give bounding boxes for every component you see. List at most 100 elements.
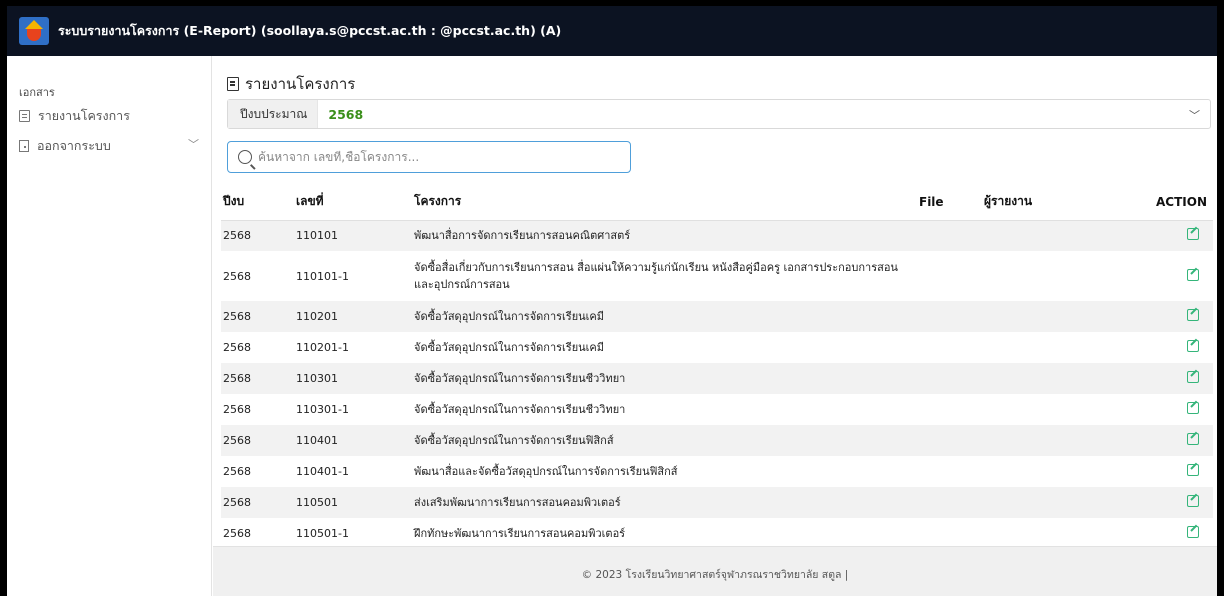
sidebar-section-title: เอกสาร — [19, 86, 55, 99]
cell-project-name: จัดซื้อวัสดุอุปกรณ์ในการจัดการเรียนเคมี — [414, 310, 605, 323]
budget-year-value: 2568 — [328, 106, 364, 122]
cell-number: 110101 — [296, 229, 338, 243]
cell-action — [1142, 301, 1213, 332]
table-row[interactable]: 2568 110501 ส่งเสริมพัฒนาการเรียนการสอนค… — [221, 487, 1213, 518]
edit-icon[interactable] — [1187, 371, 1199, 383]
search-icon — [238, 150, 252, 164]
cell-project-name: จัดซื้อสื่อเกี่ยวกับการเรียนการสอน สื่อแ… — [414, 261, 898, 291]
cell-project-name: พัฒนาสื่อและจัดซื้อวัสดุอุปกรณ์ในการจัดก… — [414, 465, 678, 478]
cell-action — [1142, 363, 1213, 394]
table-header-row: ปีงบ เลขที่ โครงการ File ผู้รายงาน ACTIO… — [221, 184, 1213, 221]
cell-project-name: จัดซื้อวัสดุอุปกรณ์ในการจัดการเรียนชีววิ… — [414, 372, 626, 385]
cell-reporter — [982, 394, 1142, 425]
sidebar-item-label: ออกจากระบบ — [37, 138, 111, 153]
sidebar-item-logout[interactable]: ออกจากระบบ ﹀ — [19, 136, 199, 156]
cell-project-name: พัฒนาสื่อการจัดการเรียนการสอนคณิตศาสตร์ — [414, 229, 631, 243]
cell-year: 2568 — [223, 372, 251, 385]
cell-number: 110501-1 — [296, 527, 349, 540]
cell-action — [1142, 425, 1213, 456]
cell-number: 110101-1 — [296, 269, 349, 283]
budget-year-select[interactable]: ปีงบประมาณ 2568 ﹀ — [227, 99, 1211, 129]
cell-reporter — [982, 487, 1142, 518]
footer-text: © 2023 โรงเรียนวิทยาศาสตร์จุฬาภรณราชวิทย… — [581, 569, 849, 581]
sidebar-item-project-report[interactable]: รายงานโครงการ — [19, 106, 130, 126]
app-title: ระบบรายงานโครงการ (E-Report) (soollaya.s… — [58, 23, 562, 38]
sidebar-item-label: รายงานโครงการ — [38, 108, 130, 123]
edit-icon[interactable] — [1187, 464, 1199, 476]
cell-action — [1142, 220, 1213, 251]
main-content: รายงานโครงการ ปีงบประมาณ 2568 ﹀ ปีงบ เลข… — [213, 56, 1217, 596]
edit-icon[interactable] — [1187, 340, 1199, 352]
cell-action — [1142, 487, 1213, 518]
cell-file — [917, 425, 982, 456]
cell-project-name: จัดซื้อวัสดุอุปกรณ์ในการจัดการเรียนชีววิ… — [414, 403, 626, 416]
table-row[interactable]: 2568 110101 พัฒนาสื่อการจัดการเรียนการสอ… — [221, 220, 1213, 251]
cell-action — [1142, 456, 1213, 487]
school-logo[interactable] — [19, 17, 49, 45]
column-header-project[interactable]: โครงการ — [412, 184, 917, 221]
edit-icon[interactable] — [1187, 526, 1199, 538]
sidebar: เอกสาร รายงานโครงการ ออกจากระบบ ﹀ — [7, 56, 212, 596]
cell-reporter — [982, 301, 1142, 332]
column-header-year[interactable]: ปีงบ — [221, 184, 294, 221]
cell-year: 2568 — [223, 310, 251, 323]
cell-year: 2568 — [223, 269, 251, 283]
cell-year: 2568 — [223, 229, 251, 243]
cell-action — [1142, 332, 1213, 363]
footer: © 2023 โรงเรียนวิทยาศาสตร์จุฬาภรณราชวิทย… — [213, 546, 1217, 596]
top-bar: ระบบรายงานโครงการ (E-Report) (soollaya.s… — [7, 6, 1217, 56]
column-header-file[interactable]: File — [917, 184, 982, 221]
cell-file — [917, 332, 982, 363]
edit-icon[interactable] — [1187, 268, 1199, 281]
cell-file — [917, 456, 982, 487]
table-row[interactable]: 2568 110201-1 จัดซื้อวัสดุอุปกรณ์ในการจั… — [221, 332, 1213, 363]
cell-file — [917, 220, 982, 251]
cell-reporter — [982, 220, 1142, 251]
cell-number: 110401-1 — [296, 465, 349, 478]
cell-year: 2568 — [223, 496, 251, 509]
cell-file — [917, 394, 982, 425]
edit-icon[interactable] — [1187, 309, 1199, 321]
table-row[interactable]: 2568 110301-1 จัดซื้อวัสดุอุปกรณ์ในการจั… — [221, 394, 1213, 425]
cell-project-name: ฝึกทักษะพัฒนาการเรียนการสอนคอมพิวเตอร์ — [414, 527, 626, 540]
table-row[interactable]: 2568 110301 จัดซื้อวัสดุอุปกรณ์ในการจัดก… — [221, 363, 1213, 394]
table-row[interactable]: 2568 110101-1 จัดซื้อสื่อเกี่ยวกับการเรี… — [221, 251, 1213, 301]
cell-year: 2568 — [223, 341, 251, 354]
edit-icon[interactable] — [1187, 402, 1199, 414]
cell-number: 110201 — [296, 310, 338, 323]
table-row[interactable]: 2568 110201 จัดซื้อวัสดุอุปกรณ์ในการจัดก… — [221, 301, 1213, 332]
cell-project-name: จัดซื้อวัสดุอุปกรณ์ในการจัดการเรียนฟิสิก… — [414, 434, 614, 447]
cell-number: 110401 — [296, 434, 338, 447]
cell-number: 110301 — [296, 372, 338, 385]
cell-reporter — [982, 363, 1142, 394]
cell-action — [1142, 518, 1213, 549]
search-box[interactable] — [227, 141, 631, 173]
cell-reporter — [982, 518, 1142, 549]
edit-icon[interactable] — [1187, 495, 1199, 507]
table-row[interactable]: 2568 110401 จัดซื้อวัสดุอุปกรณ์ในการจัดก… — [221, 425, 1213, 456]
edit-icon[interactable] — [1187, 228, 1199, 241]
cell-reporter — [982, 425, 1142, 456]
cell-file — [917, 251, 982, 301]
logout-icon — [19, 140, 29, 152]
cell-year: 2568 — [223, 434, 251, 447]
app-window: ระบบรายงานโครงการ (E-Report) (soollaya.s… — [7, 6, 1217, 596]
document-icon — [227, 77, 239, 91]
table-row[interactable]: 2568 110501-1 ฝึกทักษะพัฒนาการเรียนการสอ… — [221, 518, 1213, 549]
cell-file — [917, 301, 982, 332]
table-row[interactable]: 2568 110401-1 พัฒนาสื่อและจัดซื้อวัสดุอุ… — [221, 456, 1213, 487]
cell-project-name: ส่งเสริมพัฒนาการเรียนการสอนคอมพิวเตอร์ — [414, 496, 621, 509]
cell-number: 110301-1 — [296, 403, 349, 416]
cell-number: 110201-1 — [296, 341, 349, 354]
cell-reporter — [982, 251, 1142, 301]
column-header-number[interactable]: เลขที่ — [294, 184, 412, 221]
search-input[interactable] — [258, 150, 618, 164]
column-header-action: ACTION — [1142, 184, 1213, 221]
cell-action — [1142, 394, 1213, 425]
cell-file — [917, 363, 982, 394]
edit-icon[interactable] — [1187, 433, 1199, 445]
page-title: รายงานโครงการ — [227, 72, 355, 96]
cell-number: 110501 — [296, 496, 338, 509]
budget-year-label: ปีงบประมาณ — [228, 100, 319, 128]
column-header-reporter[interactable]: ผู้รายงาน — [982, 184, 1142, 221]
